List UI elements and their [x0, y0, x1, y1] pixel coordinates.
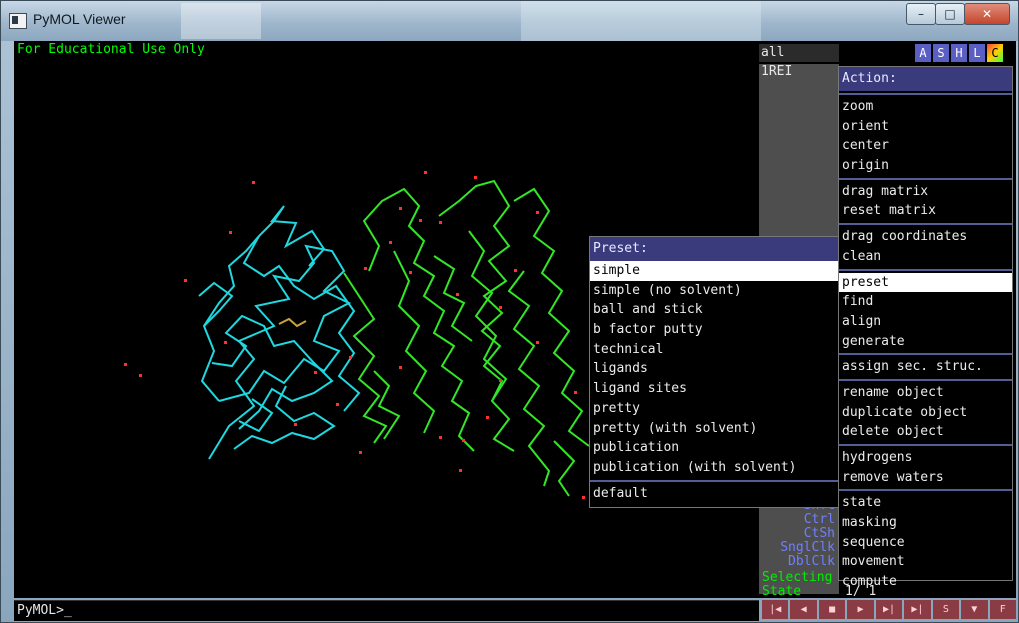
step-forward-button[interactable]: ▶| — [875, 600, 903, 619]
fullscreen-button[interactable]: F — [989, 600, 1016, 619]
menu-item-masking[interactable]: masking — [839, 513, 1012, 533]
preset-item-pretty-with-solvent[interactable]: pretty (with solvent) — [590, 419, 838, 439]
hint-ctrl: Ctrl — [803, 512, 835, 527]
hide-button[interactable]: H — [951, 44, 967, 62]
menu-item-origin[interactable]: origin — [839, 156, 1012, 176]
menu-item-generate[interactable]: generate — [839, 332, 1012, 352]
menu-item-remove-waters[interactable]: remove waters — [839, 468, 1012, 488]
movie-menu-button[interactable]: ▼ — [961, 600, 988, 619]
show-button[interactable]: S — [933, 44, 949, 62]
menu-item-preset[interactable]: preset — [839, 272, 1012, 293]
menu-item-delete-object[interactable]: delete object — [839, 422, 1012, 442]
maximize-button[interactable]: □ — [935, 3, 965, 25]
hint-snglclk: SnglClk — [780, 540, 835, 555]
menu-item-assign-sec-struc[interactable]: assign sec. struc. — [839, 357, 1012, 377]
menu-item-reset-matrix[interactable]: reset matrix — [839, 201, 1012, 221]
preset-item-default[interactable]: default — [590, 484, 838, 504]
sculpt-button[interactable]: S — [932, 600, 960, 619]
command-prompt: PyMOL>_ — [17, 603, 72, 618]
menu-item-drag-coordinates[interactable]: drag coordinates — [839, 227, 1012, 247]
menu-item-zoom[interactable]: zoom — [839, 97, 1012, 117]
preset-item-simple-no-solvent[interactable]: simple (no solvent) — [590, 281, 838, 301]
hint-dblclk: DblClk — [788, 554, 835, 569]
minimize-button[interactable]: – — [906, 3, 936, 25]
state-label: State — [762, 584, 802, 599]
rewind-button[interactable]: |◀ — [762, 600, 789, 619]
menu-item-hydrogens[interactable]: hydrogens — [839, 448, 1012, 468]
object-all[interactable]: all — [759, 44, 839, 62]
command-line[interactable]: PyMOL>_ — [14, 600, 759, 621]
close-button[interactable]: ✕ — [964, 3, 1010, 25]
menu-item-duplicate-object[interactable]: duplicate object — [839, 403, 1012, 423]
chain-a-trace — [198, 205, 361, 460]
preset-item-ligands[interactable]: ligands — [590, 359, 838, 379]
object-1rei-label: 1REI — [761, 64, 793, 79]
preset-item-pretty[interactable]: pretty — [590, 399, 838, 419]
preset-menu: Preset: simple simple (no solvent) ball … — [589, 236, 839, 508]
menu-item-center[interactable]: center — [839, 136, 1012, 156]
playback-controls: |◀ ◀ ■ ▶ ▶| ▶| S ▼ F — [762, 600, 1016, 619]
menu-item-movement[interactable]: movement — [839, 552, 1012, 572]
window-controls: – □ ✕ — [906, 3, 1010, 25]
label-button[interactable]: L — [969, 44, 985, 62]
menu-item-state[interactable]: state — [839, 493, 1012, 513]
stop-button[interactable]: ■ — [818, 600, 846, 619]
menu-item-find[interactable]: find — [839, 292, 1012, 312]
action-menu: Action: zoom orient center origin drag m… — [838, 66, 1013, 589]
preset-item-b-factor-putty[interactable]: b factor putty — [590, 320, 838, 340]
action-button[interactable]: A — [915, 44, 931, 62]
hint-ctsh: CtSh — [803, 526, 835, 541]
end-button[interactable]: ▶| — [904, 600, 931, 619]
object-action-buttons: A S H L C — [915, 44, 1003, 62]
selecting-label: Selecting — [762, 570, 833, 585]
menu-item-clean[interactable]: clean — [839, 247, 1012, 267]
menu-item-align[interactable]: align — [839, 312, 1012, 332]
menu-item-compute[interactable]: compute — [839, 572, 1012, 592]
menu-item-sequence[interactable]: sequence — [839, 533, 1012, 553]
preset-item-ligand-sites[interactable]: ligand sites — [590, 379, 838, 399]
preset-item-simple[interactable]: simple — [590, 261, 838, 281]
menu-item-rename-object[interactable]: rename object — [839, 383, 1012, 403]
chain-b-trace — [343, 179, 590, 497]
title-bar[interactable]: PyMOL Viewer – □ ✕ — [1, 1, 1018, 41]
preset-item-ball-and-stick[interactable]: ball and stick — [590, 300, 838, 320]
menu-item-drag-matrix[interactable]: drag matrix — [839, 182, 1012, 202]
preset-item-publication[interactable]: publication — [590, 438, 838, 458]
play-button[interactable]: ▶ — [847, 600, 874, 619]
color-button[interactable]: C — [987, 44, 1003, 62]
ligand — [278, 317, 307, 328]
step-back-button[interactable]: ◀ — [790, 600, 817, 619]
menu-item-orient[interactable]: orient — [839, 117, 1012, 137]
action-menu-title: Action: — [839, 67, 1012, 91]
preset-menu-title: Preset: — [590, 237, 838, 261]
app-icon — [9, 13, 27, 29]
preset-item-publication-with-solvent[interactable]: publication (with solvent) — [590, 458, 838, 478]
window-title: PyMOL Viewer — [33, 11, 126, 27]
preset-item-technical[interactable]: technical — [590, 340, 838, 360]
